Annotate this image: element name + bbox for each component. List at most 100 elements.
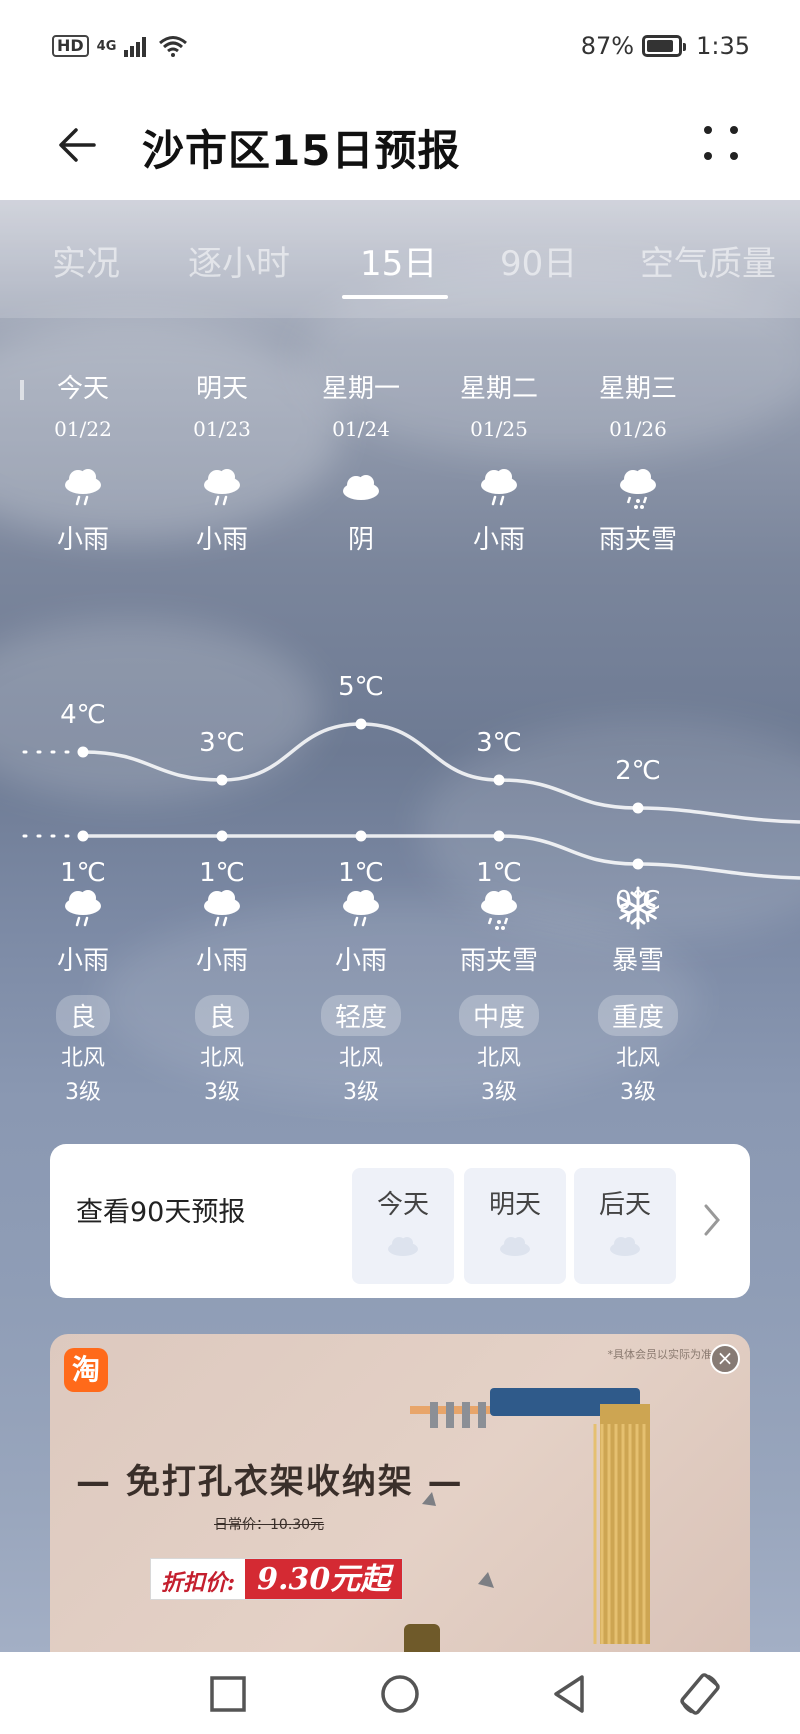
home-icon[interactable] — [376, 1670, 424, 1718]
low-temp-label: 1℃ — [199, 858, 245, 888]
wind-level: 3级 — [343, 1080, 379, 1105]
day-column-top[interactable]: 星期一 01/24 阴 — [301, 368, 421, 556]
hd-badge: HD — [52, 35, 89, 57]
ad-price-value: 9.30元起 — [245, 1559, 403, 1599]
wind-level: 3级 — [481, 1080, 517, 1105]
arrow-left-icon[interactable] — [54, 120, 104, 170]
tab-hourly[interactable]: 逐小时 — [188, 236, 290, 285]
ad-price-label: 折扣价: — [151, 1559, 246, 1599]
recent-apps-icon[interactable] — [204, 1670, 252, 1718]
wind-level: 3级 — [65, 1080, 101, 1105]
tab-15day[interactable]: 15日 — [360, 236, 437, 285]
light-rain-icon — [481, 469, 517, 506]
status-left: HD 4G — [52, 35, 188, 57]
tab-underline — [342, 295, 448, 299]
high-temp-label: 4℃ — [60, 700, 106, 730]
ad-headline: — 免打孔衣架收纳架 — — [76, 1462, 464, 1502]
clock: 1:35 — [696, 32, 750, 60]
signal-icon — [124, 37, 147, 57]
mini-day-after-tomorrow: 后天 — [574, 1168, 676, 1284]
day-date: 01/26 — [609, 417, 667, 441]
wind-direction: 北风 — [615, 1046, 660, 1071]
high-temp-point — [216, 774, 228, 786]
cloud-icon — [610, 1237, 640, 1256]
day-name: 明天 — [195, 374, 248, 404]
high-temp-label: 5℃ — [338, 672, 384, 702]
high-temp-label: 2℃ — [615, 756, 661, 786]
sleet-icon — [620, 469, 656, 509]
tab-air-quality[interactable]: 空气质量 — [640, 236, 776, 285]
day-name: 今天 — [56, 374, 109, 404]
day-weather: 小雨 — [56, 525, 109, 555]
battery-icon — [642, 35, 687, 57]
night-weather: 小雨 — [56, 946, 109, 976]
day-date: 01/23 — [193, 417, 251, 441]
page-title: 沙市区15日预报 — [142, 126, 461, 175]
day-column-top[interactable]: 星期二 01/25 小雨 — [439, 368, 559, 556]
network-type: 4G — [96, 38, 117, 54]
ad-original-price: 日常价：10.30元 — [214, 1517, 325, 1533]
low-temp-label: 1℃ — [476, 858, 522, 888]
card90-title: 查看90天预报 — [76, 1197, 246, 1228]
taobao-logo: 淘 — [64, 1348, 108, 1392]
high-temp-point — [493, 774, 505, 786]
system-nav-bar — [0, 1652, 800, 1734]
high-temp-point — [632, 802, 644, 814]
ad-price-box: 折扣价: 9.30元起 — [150, 1558, 404, 1600]
mini-day-label: 明天 — [488, 1190, 541, 1220]
day-date: 01/22 — [54, 417, 112, 441]
mini-day-label: 今天 — [376, 1190, 429, 1220]
aqi-badge: 良 — [194, 995, 249, 1036]
wind-direction: 北风 — [60, 1046, 105, 1071]
status-right: 87% 1:35 — [581, 32, 750, 60]
day-column-top[interactable]: 星期三 01/26 雨夹雪 — [578, 368, 698, 556]
overcast-icon — [343, 475, 379, 500]
day-name: 星期三 — [598, 374, 677, 404]
app-header: 沙市区15日预报 — [0, 92, 800, 200]
day-weather: 小雨 — [195, 525, 248, 555]
wind-level: 3级 — [620, 1080, 656, 1105]
day-weather: 小雨 — [472, 525, 525, 555]
low-temp-point — [355, 830, 367, 842]
day-column-top[interactable]: 明天 01/23 小雨 — [162, 368, 282, 556]
low-temp-label: 1℃ — [60, 858, 106, 888]
high-temp-point — [77, 746, 89, 758]
night-weather: 小雨 — [195, 946, 248, 976]
advertisement-banner[interactable]: 淘 *具体会员以实际为准 × — 免打孔衣架收纳架 — 日常价：10.30元 折… — [50, 1334, 750, 1652]
tab-bar: 实况 逐小时 15日 90日 空气质量 — [0, 200, 800, 318]
mini-day-today: 今天 — [352, 1168, 454, 1284]
back-nav-icon[interactable] — [546, 1670, 594, 1718]
day-date: 01/25 — [470, 417, 528, 441]
low-temp-point — [77, 830, 89, 842]
forecast-90day-card[interactable]: 查看90天预报 今天 明天 后天 — [50, 1144, 750, 1298]
light-rain-icon — [65, 469, 101, 506]
chevron-right-icon[interactable] — [700, 1202, 724, 1238]
low-temp-point — [216, 830, 228, 842]
tab-90day[interactable]: 90日 — [500, 236, 577, 285]
mini-day-label: 后天 — [598, 1190, 651, 1220]
cloud-icon — [388, 1237, 418, 1256]
night-weather: 小雨 — [334, 946, 387, 976]
tab-live[interactable]: 实况 — [52, 236, 120, 285]
low-temp-label: 0℃ — [615, 886, 661, 916]
status-bar: HD 4G 87% 1:35 — [0, 0, 800, 92]
aqi-badge: 重度 — [597, 995, 678, 1036]
low-temp-point — [493, 830, 505, 842]
day-column-top[interactable]: 今天 01/22 小雨 — [23, 368, 143, 556]
cloud-icon — [500, 1237, 530, 1256]
wind-direction: 北风 — [338, 1046, 383, 1071]
weather-panel: 实况 逐小时 15日 90日 空气质量 今天 01/22 小雨 小雨良北风 3级 明天 01… — [0, 200, 800, 1652]
wind-direction: 北风 — [199, 1046, 244, 1071]
high-temp-point — [355, 718, 367, 730]
mini-day-tomorrow: 明天 — [464, 1168, 566, 1284]
day-weather: 阴 — [347, 525, 374, 555]
wind-level: 3级 — [204, 1080, 240, 1105]
night-weather: 暴雪 — [611, 946, 664, 976]
more-dots-icon[interactable] — [696, 118, 746, 168]
light-rain-icon — [204, 469, 240, 506]
high-temp-label: 3℃ — [476, 728, 522, 758]
day-date: 01/24 — [332, 417, 390, 441]
aqi-badge: 良 — [55, 995, 110, 1036]
wind-direction: 北风 — [476, 1046, 521, 1071]
rotate-screen-icon[interactable] — [676, 1670, 724, 1718]
